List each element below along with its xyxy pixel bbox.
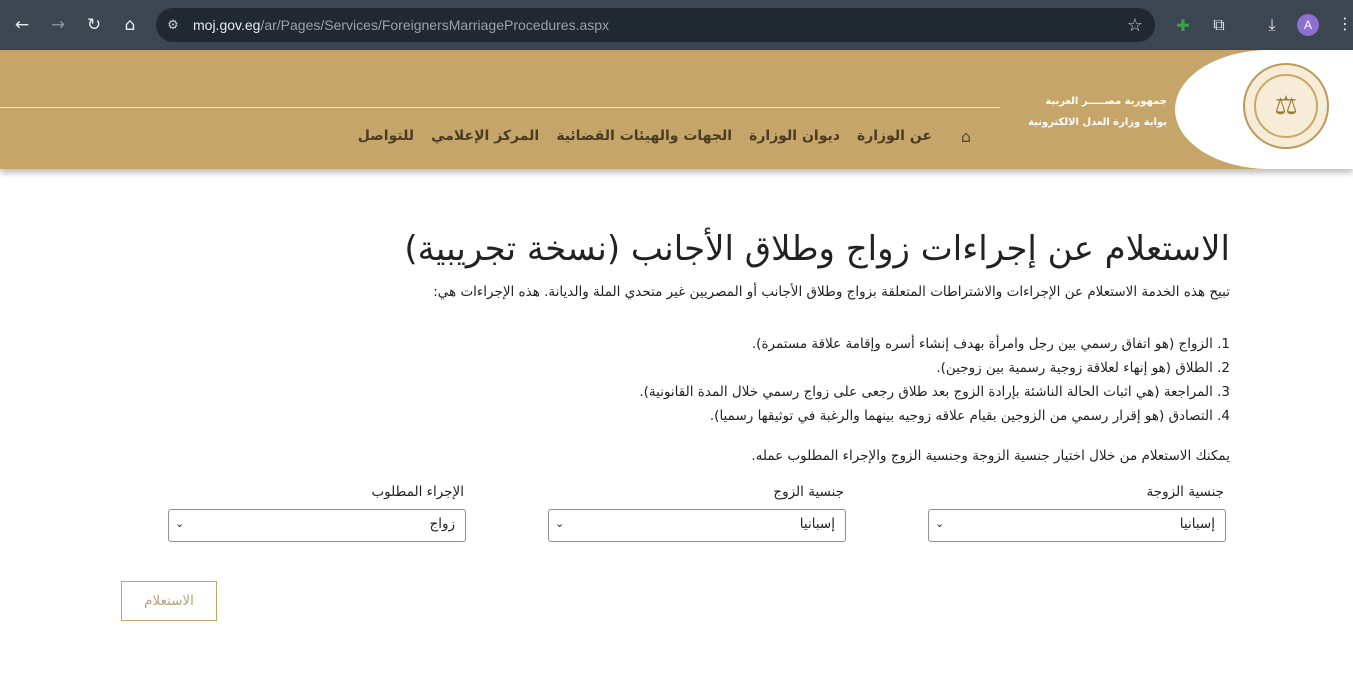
procedure-item: 1. الزواج (هو اتفاق رسمي بين رجل وامرأة … (751, 336, 1230, 352)
inquiry-submit-button[interactable]: الاستعلام (121, 581, 217, 621)
husband-nationality-select[interactable]: إسبانيا ⌄ (548, 509, 846, 542)
wife-nationality-select[interactable]: إسبانيا ⌄ (928, 509, 1226, 542)
procedure-item: 3. المراجعة (هي اثبات الحالة الناشئة بإر… (639, 384, 1230, 400)
header-divider (0, 107, 1000, 108)
menu-about-ministry[interactable]: عن الوزارة (857, 128, 932, 144)
extension-icon[interactable]: ✚ (1169, 11, 1197, 39)
forward-icon[interactable]: → (44, 11, 72, 39)
extensions-puzzle-icon[interactable]: ⧉ (1205, 11, 1233, 39)
husband-nationality-field: جنسية الزوج إسبانيا ⌄ (548, 482, 846, 542)
procedure-label: الإجراء المطلوب (371, 484, 464, 500)
url-path: /ar/Pages/Services/ForeignersMarriagePro… (260, 17, 610, 33)
back-icon[interactable]: ← (8, 11, 36, 39)
site-header: جمهورية مصـــــر العربية بوابة وزارة الع… (0, 50, 1353, 169)
main-menu: ⌂ عن الوزارة ديوان الوزارة الجهات والهيئ… (358, 127, 975, 146)
select-value: إسبانيا (1179, 516, 1215, 532)
menu-media-center[interactable]: المركز الإعلامي (431, 128, 539, 144)
wife-nationality-field: جنسية الزوجة إسبانيا ⌄ (928, 482, 1226, 542)
menu-contact[interactable]: للتواصل (358, 128, 414, 144)
wife-nationality-label: جنسية الزوجة (1146, 484, 1224, 500)
brand-country: جمهورية مصـــــر العربية (1045, 96, 1167, 107)
select-value: زواج (429, 516, 455, 532)
form-hint: يمكنك الاستعلام من خلال اختيار جنسية الز… (751, 448, 1230, 464)
select-value: إسبانيا (799, 516, 835, 532)
page-title: الاستعلام عن إجراءات زواج وطلاق الأجانب … (404, 229, 1230, 269)
reload-icon[interactable]: ↻ (80, 11, 108, 39)
download-icon[interactable]: ⤓ (1258, 11, 1286, 39)
chevron-down-icon: ⌄ (175, 517, 185, 530)
chevron-down-icon: ⌄ (555, 517, 565, 530)
husband-nationality-label: جنسية الزوج (773, 484, 844, 500)
home-icon[interactable]: ⌂ (116, 11, 144, 39)
browser-toolbar: ← → ↻ ⌂ ⚙ moj.gov.eg/ar/Pages/Services/F… (0, 0, 1353, 50)
page-content: الاستعلام عن إجراءات زواج وطلاق الأجانب … (230, 224, 1230, 468)
address-bar[interactable]: ⚙ moj.gov.eg/ar/Pages/Services/Foreigner… (156, 8, 1155, 42)
procedures-list: 1. الزواج (هو اتفاق رسمي بين رجل وامرأة … (230, 332, 1230, 428)
procedure-field: الإجراء المطلوب زواج ⌄ (168, 482, 466, 542)
profile-avatar[interactable]: A (1297, 14, 1319, 36)
home-icon[interactable]: ⌂ (957, 127, 975, 146)
url-text[interactable]: moj.gov.eg/ar/Pages/Services/ForeignersM… (193, 17, 609, 33)
menu-judicial-bodies[interactable]: الجهات والهيئات القضائية (556, 128, 732, 144)
bookmark-star-icon[interactable]: ☆ (1127, 15, 1143, 36)
scales-icon: ⚖ (1254, 74, 1318, 138)
procedure-item: 2. الطلاق (هو إنهاء لعلاقة زوجية رسمية ب… (936, 360, 1230, 376)
brand-portal: بوابة وزارة العدل الالكترونية (1028, 117, 1167, 128)
menu-ministry-office[interactable]: ديوان الوزارة (749, 128, 840, 144)
page-intro: تبيح هذه الخدمة الاستعلام عن الإجراءات و… (433, 284, 1230, 300)
url-host: moj.gov.eg (193, 17, 261, 33)
site-brand[interactable]: جمهورية مصـــــر العربية بوابة وزارة الع… (1028, 91, 1167, 133)
chevron-down-icon: ⌄ (935, 517, 945, 530)
logo-area: ⚖ (1175, 50, 1353, 169)
procedure-item: 4. التصادق (هو إقرار رسمي من الزوجين بقي… (709, 408, 1230, 424)
browser-menu-icon[interactable]: ⋮ (1337, 14, 1353, 33)
site-settings-icon[interactable]: ⚙ (164, 16, 182, 34)
procedure-select[interactable]: زواج ⌄ (168, 509, 466, 542)
ministry-seal-logo[interactable]: ⚖ (1243, 63, 1329, 149)
